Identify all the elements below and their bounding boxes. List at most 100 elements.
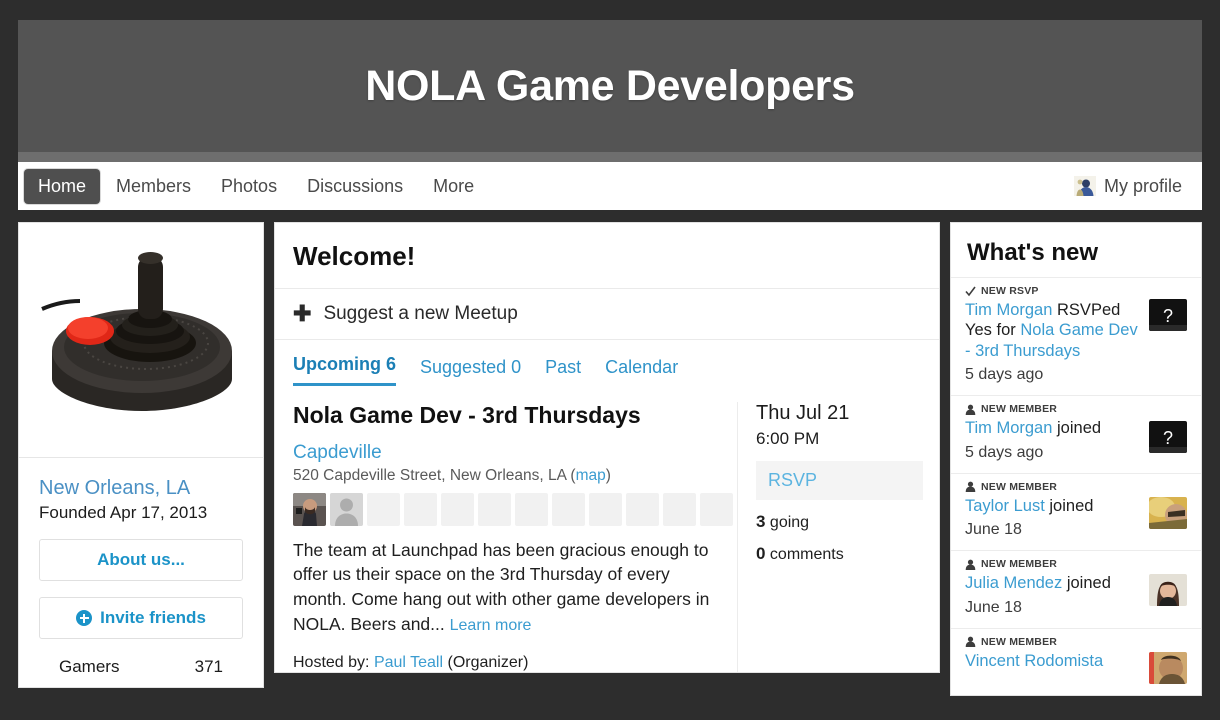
event-details: Nola Game Dev - 3rd Thursdays Capdeville… bbox=[275, 402, 733, 672]
svg-text:?: ? bbox=[1163, 428, 1173, 448]
event-description: The team at Launchpad has been gracious … bbox=[293, 538, 727, 638]
avatar[interactable] bbox=[1149, 574, 1187, 607]
attendee-thumb[interactable] bbox=[330, 492, 363, 526]
activity-kind-label: NEW MEMBER bbox=[981, 558, 1058, 571]
activity-kind-label: NEW MEMBER bbox=[981, 480, 1058, 493]
list-item: NEW RSVP Tim Morgan RSVPed Yes for Nola … bbox=[951, 277, 1201, 395]
nav-item-discussions[interactable]: Discussions bbox=[293, 169, 417, 204]
comments-label: comments bbox=[769, 546, 844, 563]
attendee-photo-icon bbox=[293, 492, 326, 526]
host-name-link[interactable]: Paul Teall bbox=[374, 654, 443, 671]
member-count: 371 bbox=[194, 657, 223, 676]
rsvp-button[interactable]: RSVP bbox=[756, 461, 923, 500]
activity-text: Tim Morgan joined bbox=[965, 418, 1141, 438]
app-frame: NOLA Game Developers Home Members Photos… bbox=[18, 20, 1202, 720]
event-title[interactable]: Nola Game Dev - 3rd Thursdays bbox=[293, 402, 727, 430]
event-date: Thu Jul 21 bbox=[756, 402, 850, 424]
activity-body: NEW MEMBER Vincent Rodomista bbox=[965, 636, 1141, 684]
activity-kind: NEW MEMBER bbox=[965, 558, 1141, 570]
event-rsvp-panel: Thu Jul 21 6:00 PM RSVP 3 going 0 commen… bbox=[737, 402, 939, 672]
atari-joystick-photo bbox=[40, 251, 232, 411]
about-us-button[interactable]: About us... bbox=[39, 539, 243, 581]
activity-actor-link[interactable]: Julia Mendez bbox=[965, 574, 1062, 592]
plus-icon: ✚ bbox=[293, 301, 312, 326]
activity-actor-link[interactable]: Vincent Rodomista bbox=[965, 652, 1103, 670]
avatar[interactable] bbox=[1149, 496, 1187, 529]
group-banner: NOLA Game Developers bbox=[18, 20, 1202, 152]
going-label: going bbox=[769, 514, 810, 531]
activity-action: joined bbox=[1049, 496, 1094, 515]
attendee-thumb-empty bbox=[367, 492, 400, 526]
activity-kind-label: NEW RSVP bbox=[981, 285, 1039, 297]
tab-calendar[interactable]: Calendar bbox=[605, 357, 678, 386]
left-sidebar: New Orleans, LA Founded Apr 17, 2013 Abo… bbox=[18, 222, 264, 720]
avatar[interactable]: ? bbox=[1149, 299, 1187, 331]
list-item: NEW MEMBER Vincent Rodomista bbox=[951, 627, 1201, 695]
person-icon bbox=[965, 559, 976, 570]
comments-count: 0 bbox=[756, 544, 766, 563]
nav-items: Home Members Photos Discussions More bbox=[24, 168, 488, 204]
attendee-thumb-empty bbox=[404, 492, 437, 526]
activity-actor-link[interactable]: Tim Morgan bbox=[965, 419, 1052, 437]
activity-kind: NEW MEMBER bbox=[965, 481, 1141, 493]
activity-action: joined bbox=[1066, 574, 1111, 593]
invite-friends-label: Invite friends bbox=[100, 608, 206, 627]
activity-kind: NEW RSVP bbox=[965, 285, 1141, 297]
sunglasses-portrait-photo bbox=[1149, 496, 1187, 529]
nav-item-more[interactable]: More bbox=[419, 169, 488, 204]
tab-past[interactable]: Past bbox=[545, 357, 581, 386]
my-profile-label: My profile bbox=[1103, 175, 1182, 196]
host-role: (Organizer) bbox=[447, 653, 529, 671]
event-address: 520 Capdeville Street, New Orleans, LA (… bbox=[293, 467, 727, 485]
attendee-thumb-empty bbox=[552, 492, 585, 526]
activity-actor-link[interactable]: Taylor Lust bbox=[965, 497, 1045, 515]
welcome-heading: Welcome! bbox=[275, 223, 939, 289]
main-content: Welcome! ✚ Suggest a new Meetup Upcoming… bbox=[274, 222, 940, 720]
avatar[interactable] bbox=[1149, 651, 1187, 684]
going-count: 3 bbox=[756, 512, 766, 531]
tab-upcoming[interactable]: Upcoming 6 bbox=[293, 354, 397, 386]
activity-kind: NEW MEMBER bbox=[965, 403, 1141, 415]
question-mark-photo: ? bbox=[1149, 421, 1187, 454]
my-profile-link[interactable]: My profile bbox=[1073, 175, 1190, 197]
event-venue-link[interactable]: Capdeville bbox=[293, 442, 727, 464]
event-host: Hosted by: Paul Teall (Organizer) bbox=[293, 654, 727, 672]
map-link[interactable]: map bbox=[576, 467, 606, 484]
attendee-thumb-empty bbox=[478, 492, 511, 526]
event-tabs: Upcoming 6 Suggested 0 Past Calendar bbox=[275, 340, 939, 386]
plus-circle-icon bbox=[76, 610, 93, 626]
attendee-thumb[interactable] bbox=[293, 492, 326, 526]
nav-item-photos[interactable]: Photos bbox=[207, 169, 291, 204]
activity-time: 5 days ago bbox=[965, 366, 1044, 384]
nav-item-home[interactable]: Home bbox=[24, 168, 101, 204]
activity-actor-link[interactable]: Tim Morgan bbox=[965, 301, 1052, 319]
person-icon bbox=[965, 404, 976, 415]
activity-kind-label: NEW MEMBER bbox=[981, 403, 1058, 416]
group-info-card: New Orleans, LA Founded Apr 17, 2013 Abo… bbox=[18, 222, 264, 688]
going-count-row: 3 going bbox=[756, 512, 923, 532]
nav-item-members[interactable]: Members bbox=[102, 169, 205, 204]
activity-action: joined bbox=[1057, 419, 1102, 438]
tab-suggested[interactable]: Suggested 0 bbox=[420, 357, 521, 386]
group-location-link[interactable]: New Orleans, LA bbox=[39, 476, 243, 501]
question-mark-photo: ? bbox=[1149, 299, 1187, 331]
avatar[interactable]: ? bbox=[1149, 421, 1187, 454]
comments-count-row: 0 comments bbox=[756, 544, 923, 564]
activity-time: June 18 bbox=[965, 598, 1022, 616]
activity-kind: NEW MEMBER bbox=[965, 636, 1141, 648]
activity-time: 5 days ago bbox=[965, 443, 1044, 461]
activity-body: NEW RSVP Tim Morgan RSVPed Yes for Nola … bbox=[965, 285, 1141, 384]
attendee-thumb-empty bbox=[589, 492, 622, 526]
learn-more-link[interactable]: Learn more bbox=[450, 617, 532, 634]
activity-text: Vincent Rodomista bbox=[965, 651, 1141, 671]
attendee-thumb-empty bbox=[700, 492, 733, 526]
invite-friends-button[interactable]: Invite friends bbox=[39, 597, 243, 639]
content-columns: New Orleans, LA Founded Apr 17, 2013 Abo… bbox=[18, 210, 1202, 720]
check-icon bbox=[965, 286, 976, 296]
man-portrait-photo bbox=[1149, 651, 1187, 684]
about-us-label: About us... bbox=[97, 550, 185, 569]
suggest-meetup-button[interactable]: ✚ Suggest a new Meetup bbox=[275, 289, 939, 340]
svg-text:?: ? bbox=[1163, 306, 1173, 326]
hosted-by-label: Hosted by: bbox=[293, 653, 370, 671]
activity-text: Julia Mendez joined bbox=[965, 573, 1141, 593]
